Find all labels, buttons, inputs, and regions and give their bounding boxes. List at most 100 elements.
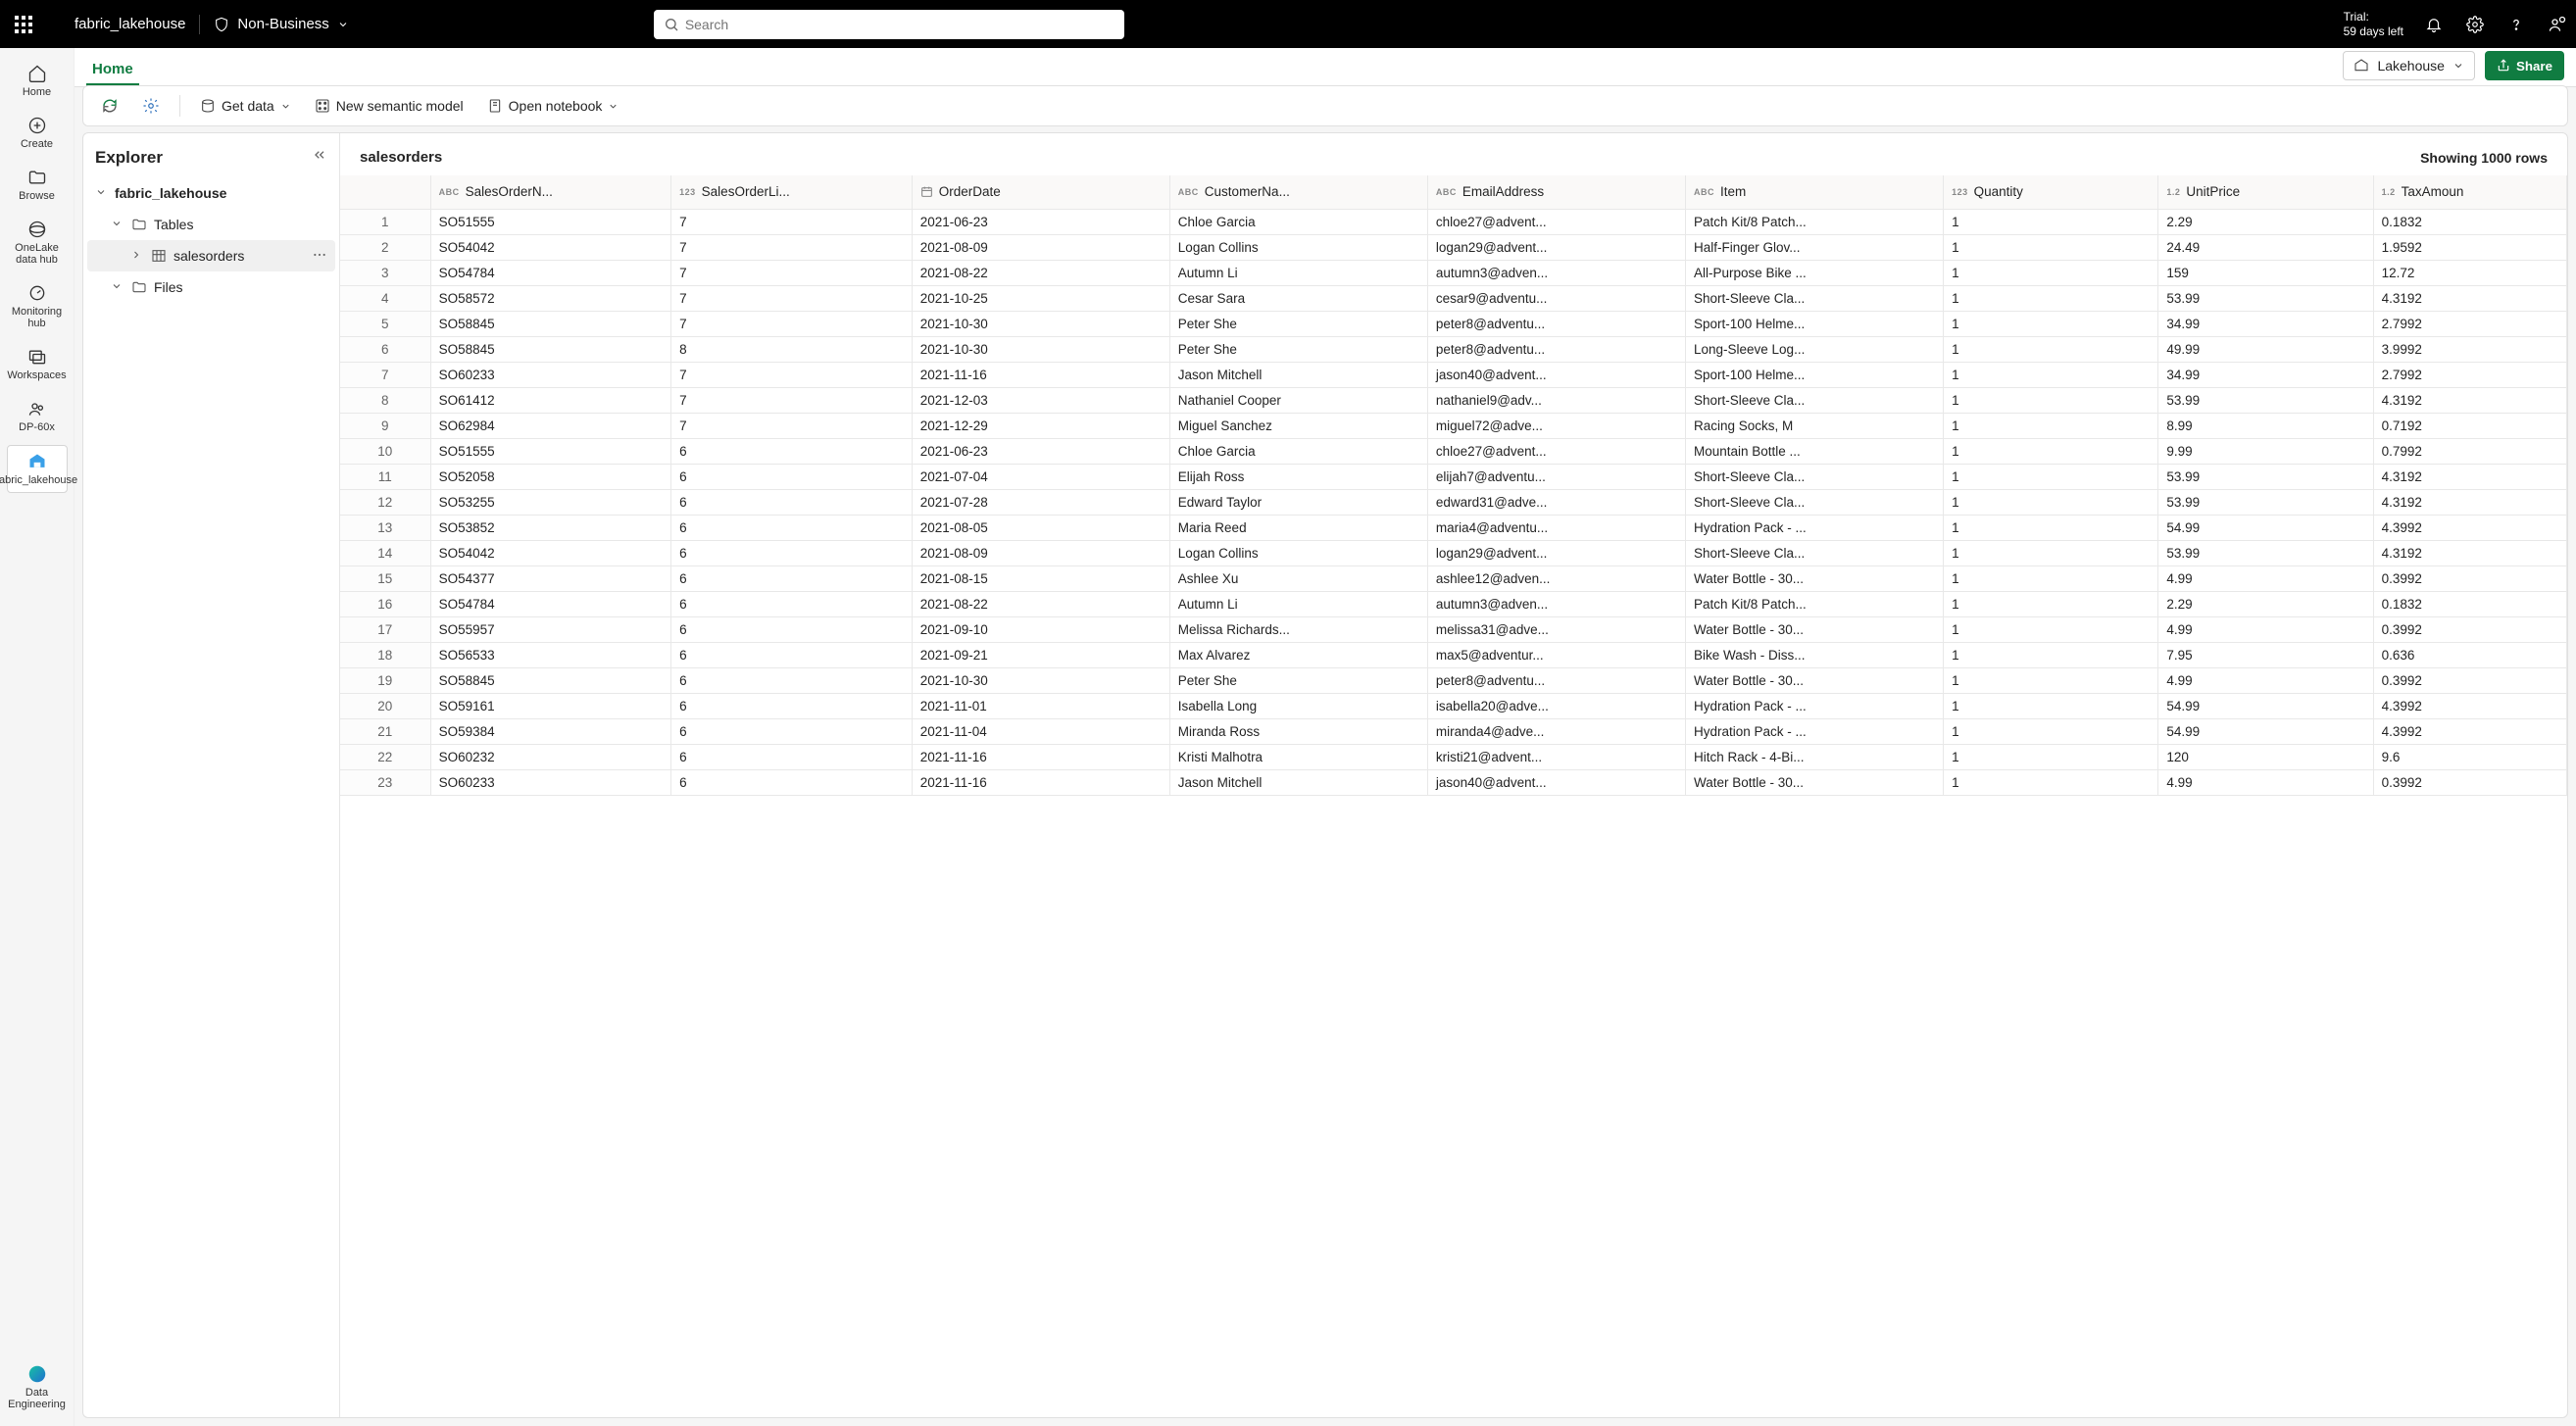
- table-cell[interactable]: 8.99: [2158, 413, 2373, 438]
- table-cell[interactable]: 8: [671, 336, 913, 362]
- table-cell[interactable]: 2021-08-22: [912, 591, 1169, 616]
- column-header[interactable]: 1.2TaxAmoun: [2373, 175, 2566, 209]
- table-cell[interactable]: SO60233: [430, 362, 671, 387]
- table-cell[interactable]: 6: [671, 718, 913, 744]
- table-cell[interactable]: 53.99: [2158, 464, 2373, 489]
- table-cell[interactable]: 2021-12-03: [912, 387, 1169, 413]
- table-cell[interactable]: 1: [1944, 565, 2158, 591]
- table-cell[interactable]: maria4@adventu...: [1427, 515, 1685, 540]
- table-cell[interactable]: 4.99: [2158, 667, 2373, 693]
- table-cell[interactable]: 1: [1944, 234, 2158, 260]
- table-cell[interactable]: Nathaniel Cooper: [1169, 387, 1427, 413]
- table-cell[interactable]: 2021-08-09: [912, 540, 1169, 565]
- table-cell[interactable]: Max Alvarez: [1169, 642, 1427, 667]
- table-row[interactable]: 3SO5478472021-08-22Autumn Liautumn3@adve…: [340, 260, 2567, 285]
- table-cell[interactable]: 34.99: [2158, 362, 2373, 387]
- table-cell[interactable]: isabella20@adve...: [1427, 693, 1685, 718]
- workspace-name[interactable]: fabric_lakehouse: [74, 16, 185, 32]
- table-cell[interactable]: 0.3992: [2373, 667, 2566, 693]
- table-cell[interactable]: Peter She: [1169, 311, 1427, 336]
- table-cell[interactable]: logan29@advent...: [1427, 540, 1685, 565]
- table-cell[interactable]: autumn3@adven...: [1427, 260, 1685, 285]
- table-row[interactable]: 16SO5478462021-08-22Autumn Liautumn3@adv…: [340, 591, 2567, 616]
- table-cell[interactable]: 1: [1944, 769, 2158, 795]
- table-row[interactable]: 2SO5404272021-08-09Logan Collinslogan29@…: [340, 234, 2567, 260]
- table-cell[interactable]: 0.1832: [2373, 591, 2566, 616]
- table-cell[interactable]: 6: [671, 438, 913, 464]
- table-cell[interactable]: Racing Socks, M: [1685, 413, 1943, 438]
- table-row[interactable]: 20SO5916162021-11-01Isabella Longisabell…: [340, 693, 2567, 718]
- table-cell[interactable]: Water Bottle - 30...: [1685, 667, 1943, 693]
- table-cell[interactable]: Half-Finger Glov...: [1685, 234, 1943, 260]
- table-cell[interactable]: 2021-08-22: [912, 260, 1169, 285]
- table-cell[interactable]: 1: [1944, 362, 2158, 387]
- table-cell[interactable]: 2021-08-15: [912, 565, 1169, 591]
- table-cell[interactable]: 4.99: [2158, 565, 2373, 591]
- global-search[interactable]: [654, 10, 1124, 39]
- table-cell[interactable]: SO62984: [430, 413, 671, 438]
- rail-workspaces[interactable]: Workspaces: [7, 341, 68, 387]
- rail-create[interactable]: Create: [7, 110, 68, 156]
- table-cell[interactable]: 1: [1944, 718, 2158, 744]
- table-cell[interactable]: 4.3192: [2373, 387, 2566, 413]
- table-cell[interactable]: Water Bottle - 30...: [1685, 565, 1943, 591]
- column-header[interactable]: ABCEmailAddress: [1427, 175, 1685, 209]
- table-cell[interactable]: Short-Sleeve Cla...: [1685, 540, 1943, 565]
- table-cell[interactable]: 2021-10-25: [912, 285, 1169, 311]
- table-cell[interactable]: 2021-09-10: [912, 616, 1169, 642]
- table-cell[interactable]: SO54784: [430, 260, 671, 285]
- table-cell[interactable]: 1: [1944, 489, 2158, 515]
- table-cell[interactable]: 4.3192: [2373, 489, 2566, 515]
- tree-tables-node[interactable]: Tables: [87, 209, 335, 240]
- table-cell[interactable]: 6: [671, 616, 913, 642]
- table-cell[interactable]: Long-Sleeve Log...: [1685, 336, 1943, 362]
- rail-current-lakehouse[interactable]: fabric_lakehouse: [7, 445, 68, 493]
- table-cell[interactable]: 4.3992: [2373, 693, 2566, 718]
- table-row[interactable]: 5SO5884572021-10-30Peter Shepeter8@adven…: [340, 311, 2567, 336]
- table-cell[interactable]: 2.29: [2158, 591, 2373, 616]
- table-cell[interactable]: 6: [671, 489, 913, 515]
- table-cell[interactable]: Logan Collins: [1169, 540, 1427, 565]
- table-cell[interactable]: 2021-12-29: [912, 413, 1169, 438]
- table-row[interactable]: 18SO5653362021-09-21Max Alvarezmax5@adve…: [340, 642, 2567, 667]
- table-cell[interactable]: 2021-11-16: [912, 744, 1169, 769]
- table-cell[interactable]: peter8@adventu...: [1427, 667, 1685, 693]
- table-cell[interactable]: miranda4@adve...: [1427, 718, 1685, 744]
- table-cell[interactable]: Cesar Sara: [1169, 285, 1427, 311]
- table-cell[interactable]: peter8@adventu...: [1427, 311, 1685, 336]
- table-cell[interactable]: 1: [1944, 438, 2158, 464]
- table-cell[interactable]: 7: [671, 387, 913, 413]
- table-cell[interactable]: jason40@advent...: [1427, 769, 1685, 795]
- table-cell[interactable]: 53.99: [2158, 285, 2373, 311]
- table-row[interactable]: 6SO5884582021-10-30Peter Shepeter8@adven…: [340, 336, 2567, 362]
- table-cell[interactable]: 4.3992: [2373, 718, 2566, 744]
- table-cell[interactable]: 1: [1944, 515, 2158, 540]
- table-cell[interactable]: 7: [671, 209, 913, 234]
- table-cell[interactable]: 7: [671, 234, 913, 260]
- table-cell[interactable]: 1: [1944, 285, 2158, 311]
- notifications-button[interactable]: [2423, 14, 2445, 35]
- table-cell[interactable]: Chloe Garcia: [1169, 209, 1427, 234]
- table-cell[interactable]: 1: [1944, 209, 2158, 234]
- table-cell[interactable]: Miguel Sanchez: [1169, 413, 1427, 438]
- table-cell[interactable]: Sport-100 Helme...: [1685, 311, 1943, 336]
- table-cell[interactable]: 4.3992: [2373, 515, 2566, 540]
- settings-small-button[interactable]: [134, 91, 168, 121]
- table-cell[interactable]: 54.99: [2158, 515, 2373, 540]
- table-row[interactable]: 8SO6141272021-12-03Nathaniel Coopernatha…: [340, 387, 2567, 413]
- table-row[interactable]: 17SO5595762021-09-10Melissa Richards...m…: [340, 616, 2567, 642]
- tree-item-more-button[interactable]: [312, 247, 327, 266]
- table-cell[interactable]: 1: [1944, 744, 2158, 769]
- table-cell[interactable]: 1: [1944, 413, 2158, 438]
- table-cell[interactable]: 6: [671, 693, 913, 718]
- table-cell[interactable]: SO56533: [430, 642, 671, 667]
- table-cell[interactable]: SO60233: [430, 769, 671, 795]
- table-cell[interactable]: 6: [671, 565, 913, 591]
- table-cell[interactable]: 0.1832: [2373, 209, 2566, 234]
- table-cell[interactable]: 120: [2158, 744, 2373, 769]
- trial-status[interactable]: Trial: 59 days left: [2344, 10, 2403, 38]
- table-cell[interactable]: miguel72@adve...: [1427, 413, 1685, 438]
- table-cell[interactable]: Jason Mitchell: [1169, 769, 1427, 795]
- table-cell[interactable]: SO54042: [430, 234, 671, 260]
- table-cell[interactable]: 4.3192: [2373, 540, 2566, 565]
